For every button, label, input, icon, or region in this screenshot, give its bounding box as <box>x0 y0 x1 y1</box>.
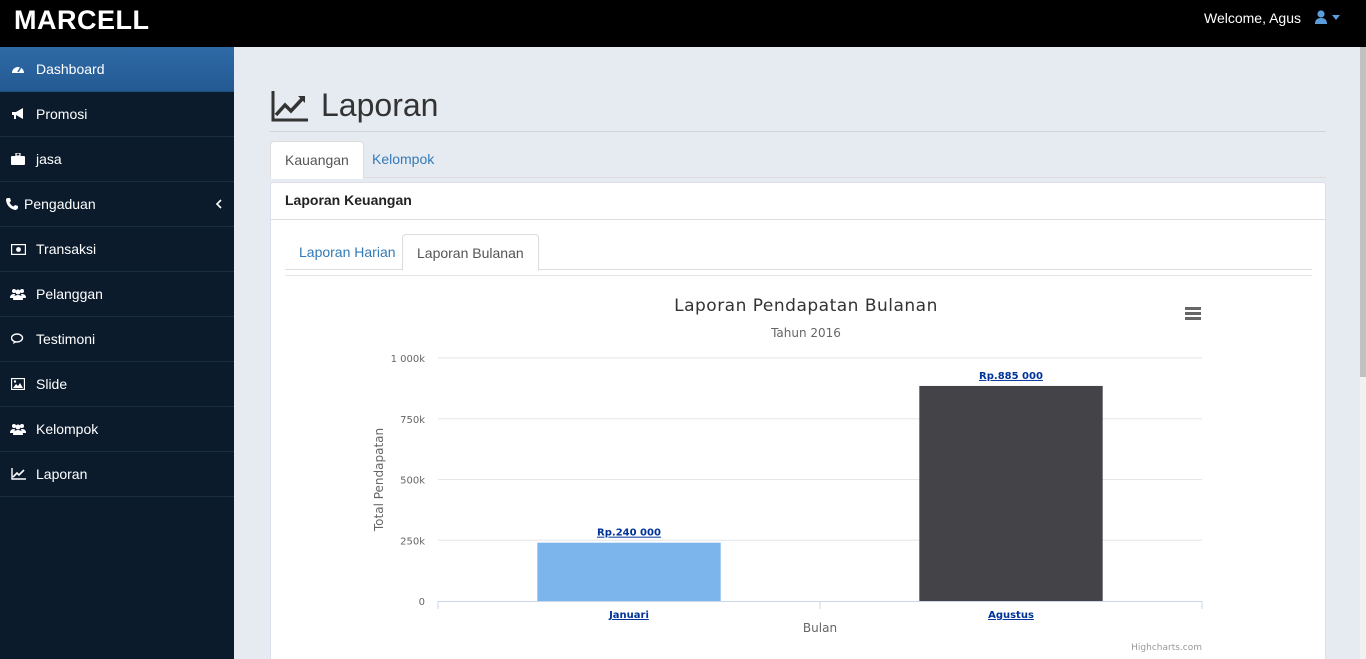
main-content: Laporan Kauangan Kelompok Laporan Keuang… <box>234 47 1360 659</box>
sidebar-item-label: Pelanggan <box>36 286 103 302</box>
report-panel: Laporan Keuangan Laporan Harian Laporan … <box>270 182 1326 659</box>
x-tick-label[interactable]: Agustus <box>988 610 1034 621</box>
y-tick-label: 500k <box>400 476 425 487</box>
tab-kelompok[interactable]: Kelompok <box>358 141 448 178</box>
page-scrollbar[interactable] <box>1360 47 1366 659</box>
chart-menu-icon[interactable] <box>1185 307 1201 320</box>
sidebar-item-label: jasa <box>36 151 62 167</box>
users-icon <box>0 272 36 317</box>
main-tabs: Kauangan Kelompok <box>270 141 1326 179</box>
y-tick-label: 750k <box>400 415 425 426</box>
chart-credits[interactable]: Highcharts.com <box>1131 643 1202 653</box>
revenue-chart: 0 250k 500k 750k 1 000k Rp.240 000 Rp.885 000… <box>321 288 1221 659</box>
chart-title: Laporan Pendapatan Bulanan <box>674 296 938 316</box>
tab-laporan-bulanan[interactable]: Laporan Bulanan <box>402 234 539 271</box>
divider <box>285 275 1312 276</box>
phone-icon <box>0 182 24 227</box>
sidebar-item-label: Pengaduan <box>24 196 96 212</box>
chart-subtitle: Tahun 2016 <box>770 326 841 340</box>
top-navbar: MARCELL Welcome, Agus <box>0 0 1366 47</box>
sidebar-item-slide[interactable]: Slide <box>0 362 234 407</box>
user-menu-button[interactable] <box>1314 9 1346 27</box>
sidebar-item-kelompok[interactable]: Kelompok <box>0 407 234 452</box>
caret-down-icon <box>1332 15 1340 20</box>
data-label[interactable]: Rp.885 000 <box>979 371 1043 382</box>
image-icon <box>0 362 36 407</box>
sidebar-item-label: Kelompok <box>36 421 99 437</box>
page-header: Laporan <box>270 85 1326 132</box>
sidebar-item-dashboard[interactable]: Dashboard <box>0 47 234 92</box>
sidebar-item-pelanggan[interactable]: Pelanggan <box>0 272 234 317</box>
sidebar-item-transaksi[interactable]: Transaksi <box>0 227 234 272</box>
tab-laporan-harian[interactable]: Laporan Harian <box>285 234 410 271</box>
briefcase-icon <box>0 137 36 182</box>
sidebar-item-label: Promosi <box>36 106 88 122</box>
x-tick-label[interactable]: Januari <box>608 610 649 621</box>
user-icon <box>1315 10 1340 24</box>
sidebar-item-laporan[interactable]: Laporan <box>0 452 234 497</box>
sidebar-item-label: Testimoni <box>36 331 96 347</box>
welcome-text: Welcome, Agus <box>1203 10 1301 26</box>
brand-logo[interactable]: MARCELL <box>14 5 149 36</box>
y-axis-label: Total Pendapatan <box>372 428 386 532</box>
sidebar-item-pengaduan[interactable]: Pengaduan <box>0 182 234 227</box>
report-subtabs: Laporan Harian Laporan Bulanan <box>285 234 1312 271</box>
y-tick-label: 0 <box>419 597 425 608</box>
chart-svg: 0 250k 500k 750k 1 000k Rp.240 000 Rp.885 000… <box>372 296 1203 653</box>
sidebar-item-label: Dashboard <box>36 61 105 77</box>
scrollbar-thumb[interactable] <box>1360 47 1366 377</box>
comments-icon <box>0 317 36 362</box>
sidebar-item-jasa[interactable]: jasa <box>0 137 234 182</box>
y-tick-label: 250k <box>400 536 425 547</box>
bullhorn-icon <box>0 92 36 137</box>
bar[interactable] <box>537 542 721 601</box>
chevron-left-icon <box>212 196 226 212</box>
tab-kauangan[interactable]: Kauangan <box>270 141 364 179</box>
sidebar-item-label: Transaksi <box>36 241 97 257</box>
users-icon <box>0 407 36 452</box>
x-axis-label: Bulan <box>803 621 837 635</box>
sidebar-item-testimoni[interactable]: Testimoni <box>0 317 234 362</box>
sidebar-item-label: Laporan <box>36 466 88 482</box>
y-tick-label: 1 000k <box>391 354 426 365</box>
page-title: Laporan <box>321 87 439 123</box>
line-chart-icon <box>0 452 36 497</box>
panel-title: Laporan Keuangan <box>271 183 1325 220</box>
sidebar-item-promosi[interactable]: Promosi <box>0 92 234 137</box>
money-icon <box>0 227 36 272</box>
sidebar: Dashboard Promosi jasa Pengaduan Transak… <box>0 47 234 659</box>
line-chart-icon <box>271 89 309 123</box>
sidebar-item-label: Slide <box>36 376 68 392</box>
bar[interactable] <box>919 385 1103 601</box>
data-label[interactable]: Rp.240 000 <box>597 528 661 539</box>
dashboard-icon <box>0 47 36 92</box>
